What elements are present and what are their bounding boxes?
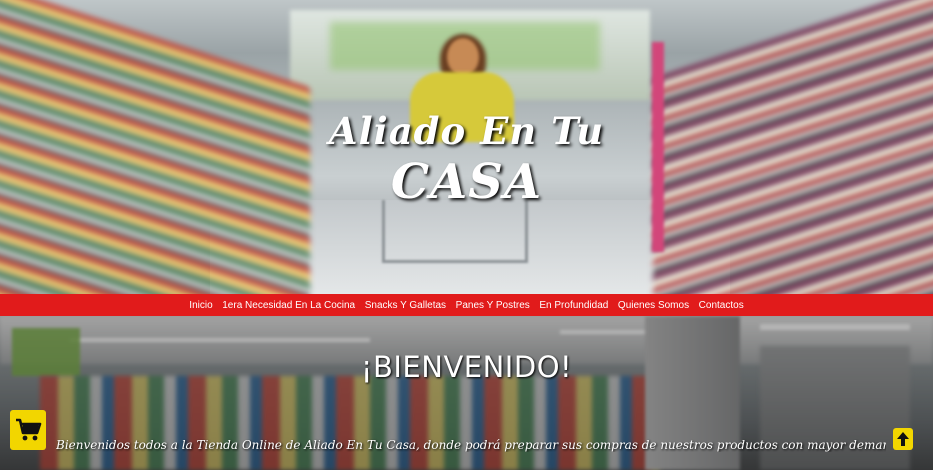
cart-button[interactable] <box>10 410 46 450</box>
hero-banner: Aliado En Tu CASA <box>0 0 933 294</box>
hero-shopper-head <box>447 38 479 76</box>
nav-item-panes-postres[interactable]: Panes Y Postres <box>451 300 535 311</box>
nav-item-en-profundidad[interactable]: En Profundidad <box>535 300 614 311</box>
nav-item-primera-necesidad[interactable]: 1era Necesidad En La Cocina <box>217 300 359 311</box>
welcome-section: ¡BIENVENIDO! Bienvenidos todos a la Tien… <box>0 316 933 470</box>
nav-item-inicio[interactable]: Inicio <box>185 300 218 311</box>
welcome-text: Bienvenidos todos a la Tienda Online de … <box>56 438 886 452</box>
nav-item-snacks-galletas[interactable]: Snacks Y Galletas <box>360 300 451 311</box>
nav-item-contactos[interactable]: Contactos <box>694 300 749 311</box>
main-nav: Inicio 1era Necesidad En La Cocina Snack… <box>0 294 933 316</box>
shopping-cart-icon <box>16 418 42 441</box>
welcome-title: ¡BIENVENIDO! <box>360 350 573 384</box>
arrow-up-icon <box>897 432 909 446</box>
hero-title-line1: Aliado En Tu <box>328 109 605 153</box>
nav-item-quienes-somos[interactable]: Quienes Somos <box>613 300 694 311</box>
hero-title-line2: CASA <box>390 154 543 210</box>
scroll-top-button[interactable] <box>893 428 913 450</box>
hero-title: Aliado En Tu CASA <box>0 108 933 210</box>
